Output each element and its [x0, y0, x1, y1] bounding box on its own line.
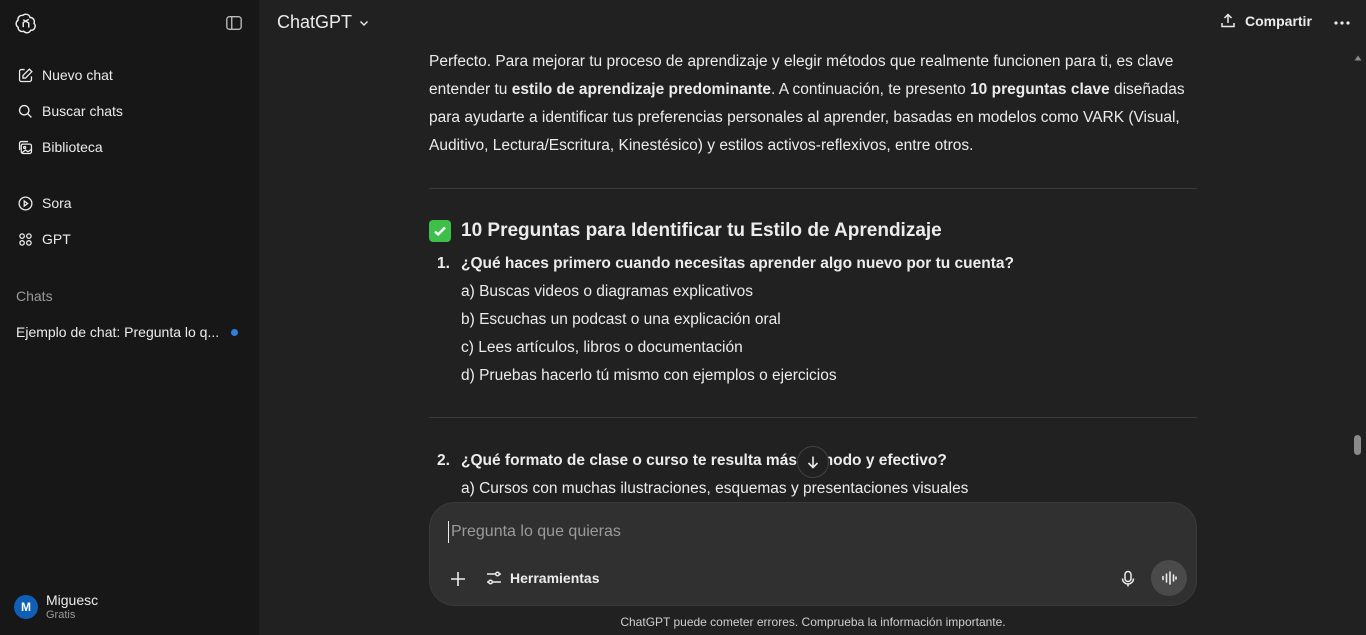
divider [429, 417, 1197, 418]
unread-dot [231, 328, 238, 336]
plus-icon[interactable] [448, 569, 468, 589]
section-heading: 10 Preguntas para Identificar tu Estilo … [429, 217, 942, 245]
prompt-input[interactable] [448, 521, 1148, 543]
share-icon [1221, 13, 1235, 28]
model-selector[interactable]: ChatGPT [277, 12, 370, 33]
sidebar-item-label: GPT [42, 231, 71, 247]
play-icon [18, 195, 33, 211]
user-menu[interactable]: M Miguesc Gratis [14, 592, 98, 622]
user-name: Miguesc [46, 592, 99, 608]
openai-logo-icon[interactable] [15, 12, 37, 34]
question-number: 2. [437, 452, 450, 469]
sidebar-item-label: Nuevo chat [42, 67, 113, 83]
question-option: c) Lees artículos, libros o documentació… [461, 339, 743, 356]
share-label: Compartir [1245, 13, 1312, 29]
intro-bold-text: 10 preguntas clave [970, 81, 1110, 98]
check-mark-icon [429, 220, 451, 242]
sidebar-item-label: Sora [42, 195, 72, 211]
grid-icon [19, 232, 32, 246]
scroll-to-bottom-button[interactable] [797, 446, 829, 478]
microphone-icon[interactable] [1118, 569, 1138, 589]
sidebar-item-search-chats[interactable]: Buscar chats [8, 95, 251, 127]
composer: Herramientas [429, 502, 1197, 606]
scrollbar-thumb[interactable] [1354, 435, 1361, 455]
chat-history-label: Ejemplo de chat: Pregunta lo q... [16, 324, 220, 340]
sidebar-item-library[interactable]: Biblioteca [8, 131, 251, 163]
share-button[interactable]: Compartir [1219, 12, 1312, 30]
question-text: ¿Qué haces primero cuando necesitas apre… [461, 255, 1014, 272]
voice-mode-button[interactable] [1151, 560, 1187, 596]
sidebar: Nuevo chat Buscar chats Biblioteca Sora … [0, 0, 259, 635]
sidebar-toggle-icon[interactable] [225, 14, 243, 32]
question-option: b) Escuchas un podcast o una explicación… [461, 311, 781, 328]
intro-bold-text: estilo de aprendizaje predominante [511, 81, 771, 98]
question-option: a) Buscas videos o diagramas explicativo… [461, 283, 754, 300]
sidebar-item-new-chat[interactable]: Nuevo chat [8, 59, 251, 91]
library-icon [18, 140, 33, 154]
heading-text: 10 Preguntas para Identificar tu Estilo … [461, 220, 942, 241]
tools-label: Herramientas [510, 570, 600, 586]
intro-paragraph: Perfecto. Para mejorar tu proceso de apr… [429, 48, 1197, 160]
divider [429, 188, 1197, 189]
chevron-down-icon [360, 20, 369, 26]
sidebar-item-label: Biblioteca [42, 139, 103, 155]
question-option: a) Cursos con muchas ilustraciones, esqu… [461, 480, 969, 497]
scrollbar-up-arrow-icon[interactable] [1354, 54, 1362, 62]
arrow-down-icon [807, 456, 819, 469]
user-plan: Gratis [46, 609, 76, 621]
sliders-icon [487, 571, 501, 585]
chat-history-item[interactable]: Ejemplo de chat: Pregunta lo q... [8, 316, 251, 348]
intro-text: . A continuación, te presento [771, 81, 971, 98]
model-name: ChatGPT [277, 12, 353, 32]
tools-button[interactable]: Herramientas [485, 569, 600, 587]
disclaimer: ChatGPT puede cometer errores. Comprueba… [620, 615, 1006, 629]
question-number: 1. [437, 255, 450, 272]
chats-section-label: Chats [16, 288, 53, 304]
edit-icon [18, 67, 33, 82]
sidebar-item-label: Buscar chats [42, 103, 123, 119]
more-options-icon[interactable] [1331, 13, 1353, 33]
sidebar-item-gpt[interactable]: GPT [8, 223, 251, 255]
question-text: ¿Qué formato de clase o curso te resulta… [461, 452, 947, 469]
sidebar-item-sora[interactable]: Sora [8, 187, 251, 219]
header: ChatGPT Compartir [259, 0, 1366, 48]
avatar: M [14, 595, 38, 619]
waveform-icon [1162, 571, 1177, 585]
question-option: d) Pruebas hacerlo tú mismo con ejemplos… [461, 367, 837, 384]
search-icon [18, 104, 32, 118]
